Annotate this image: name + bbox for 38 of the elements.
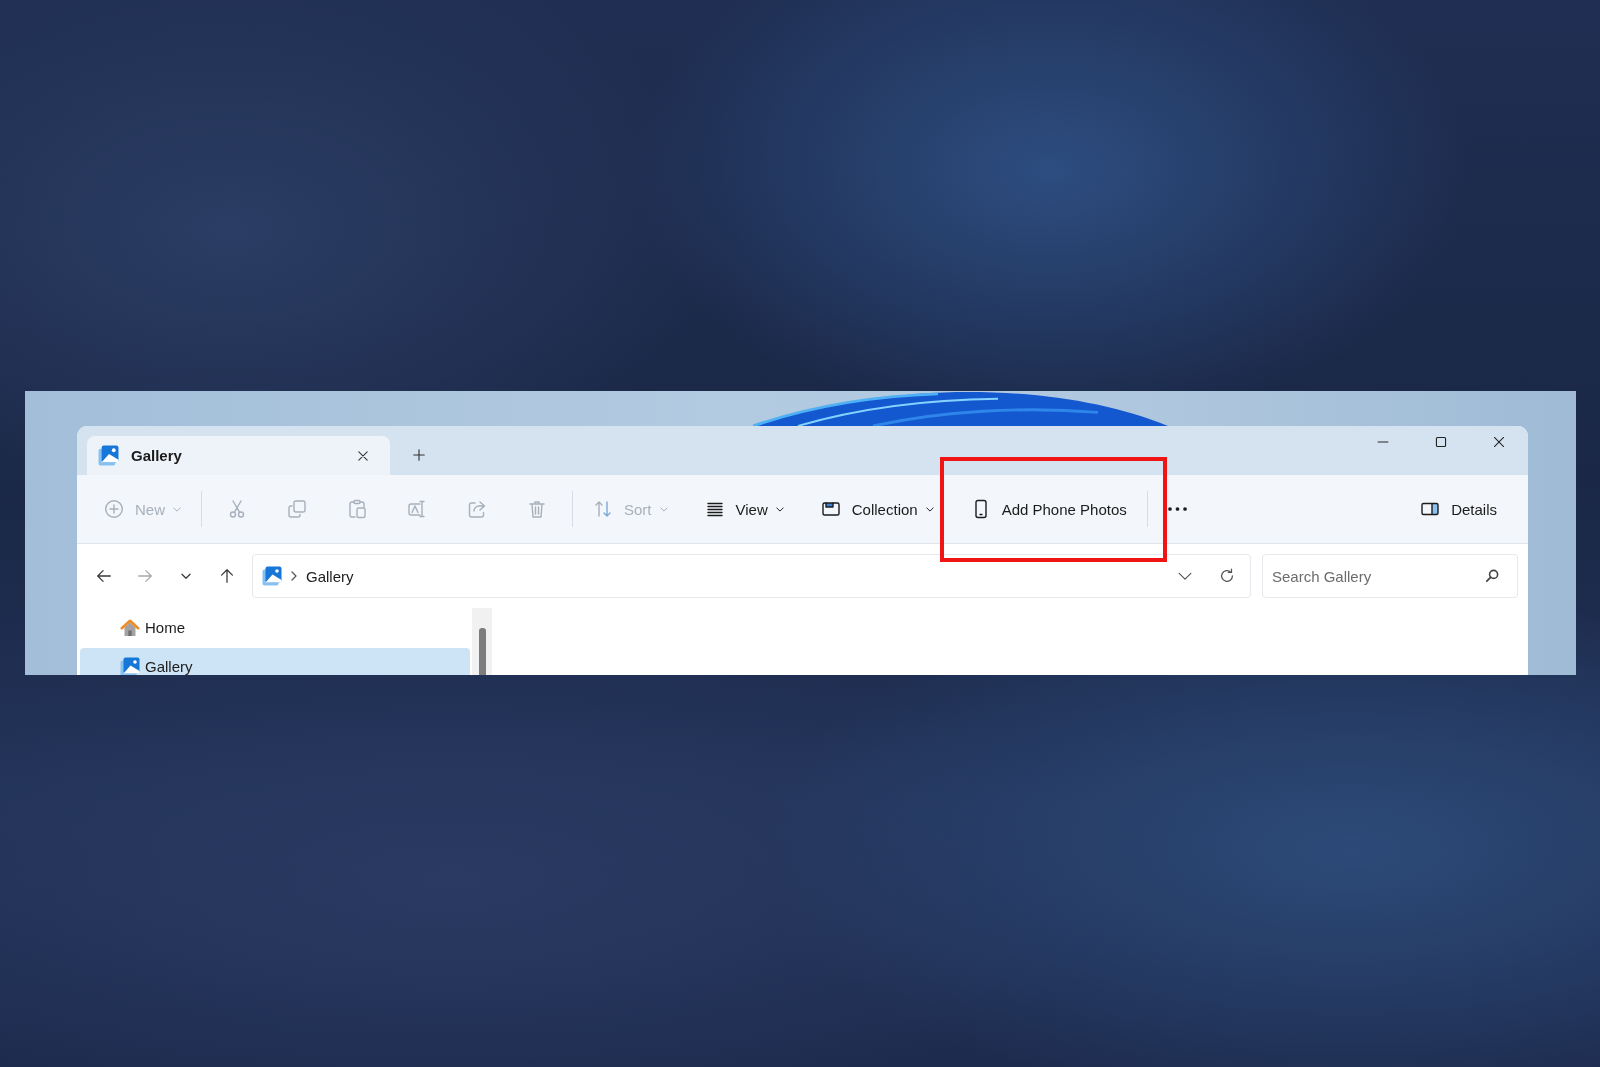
view-button[interactable]: View [696,491,792,527]
caret-icon [925,506,934,512]
gallery-icon [262,566,282,586]
maximize-icon [1434,435,1448,449]
arrow-left-icon [95,567,113,585]
plus-circle-icon [104,499,124,519]
chevron-right-icon [291,571,297,581]
close-icon [1492,435,1506,449]
caret-icon [173,506,181,512]
plus-icon [412,448,426,462]
panel-icon [820,499,841,519]
caret-icon [659,506,668,512]
details-button[interactable]: Details [1412,491,1505,527]
address-bar[interactable]: Gallery [252,554,1251,598]
arrow-right-icon [136,567,154,585]
scissors-icon [227,499,247,519]
clipboard-icon [347,499,367,519]
nav-pane-item[interactable]: Gallery [80,648,470,675]
copy-icon [287,499,307,519]
nav-pane-item[interactable]: Home [80,609,470,646]
refresh-icon [1218,567,1236,585]
house-icon [120,617,140,638]
caret-icon [775,506,784,512]
arrow-up-icon [218,567,236,585]
gallery-icon [120,656,140,675]
sort-icon [593,499,613,519]
gallery-icon [98,445,119,466]
search-field[interactable]: Search Gallery [1262,554,1518,598]
search-icon [1484,568,1500,584]
more-icon [1168,507,1188,511]
tab[interactable]: Gallery [87,436,390,475]
trash-icon [527,499,547,519]
share-icon [467,499,487,519]
collection-button[interactable]: Collection [812,491,942,527]
breadcrumb-item[interactable]: Gallery [306,567,354,585]
close-icon [356,448,370,463]
add-phone-photos-button[interactable]: Add Phone Photos [962,491,1135,527]
rename-icon [407,499,427,519]
